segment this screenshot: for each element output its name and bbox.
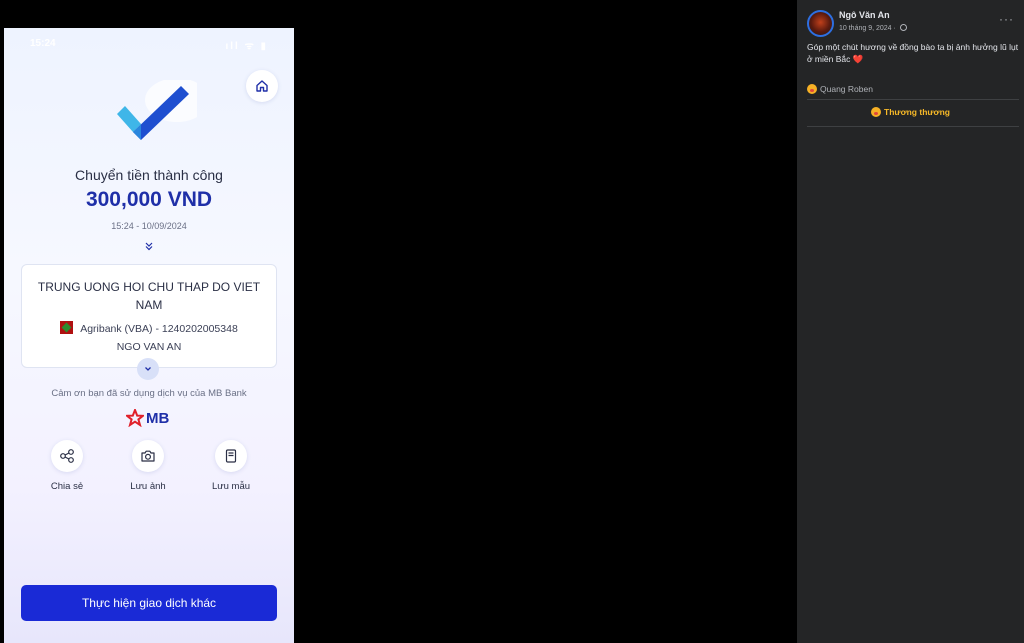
post-date[interactable]: 10 tháng 9, 2024 · xyxy=(839,24,907,32)
reactor-name: Quang Roben xyxy=(820,84,873,94)
home-button[interactable] xyxy=(246,70,278,102)
transfer-datetime: 15:24 - 10/09/2024 xyxy=(111,221,187,231)
bank-account-text: Agribank (VBA) - 1240202005348 xyxy=(80,323,238,335)
post-text: Góp một chút hương về đồng bào ta bị ảnh… xyxy=(807,42,1019,64)
post-date-text: 10 tháng 9, 2024 · xyxy=(839,25,896,32)
save-image-label: Lưu ảnh xyxy=(130,481,166,492)
divider xyxy=(807,99,1019,100)
facebook-post-panel: Ngô Văn An 10 tháng 9, 2024 · ··· Góp mộ… xyxy=(797,0,1024,643)
globe-icon xyxy=(899,24,907,31)
status-bar: 15:24 ıll ᯤ ▮ xyxy=(4,28,294,52)
home-icon xyxy=(256,80,268,92)
success-check-icon xyxy=(107,78,209,152)
avatar[interactable] xyxy=(807,10,834,37)
mb-brand-text: MB xyxy=(146,409,170,427)
chevron-down-icon xyxy=(145,367,151,371)
agribank-logo-icon xyxy=(60,321,74,334)
save-image-action[interactable]: Lưu ảnh xyxy=(123,440,173,492)
share-label: Chia sẻ xyxy=(50,481,84,492)
reaction-button[interactable]: Thương thương xyxy=(797,107,1024,117)
expand-details-button[interactable] xyxy=(137,358,159,380)
status-icons: ıll ᯤ ▮ xyxy=(225,41,268,52)
care-reaction-icon xyxy=(871,107,882,117)
template-icon xyxy=(225,449,237,463)
reaction-summary[interactable]: Quang Roben xyxy=(807,84,873,94)
thanks-message: Cảm ơn bạn đã sử dụng dịch vụ của MB Ban… xyxy=(51,388,247,399)
author-name[interactable]: Ngô Văn An xyxy=(839,10,890,20)
sender-name: NGO VAN AN xyxy=(116,341,182,353)
save-template-label: Lưu mẫu xyxy=(211,481,251,492)
recipient-bank-account: Agribank (VBA) - 1240202005348 xyxy=(22,321,276,335)
share-action[interactable]: Chia sẻ xyxy=(42,440,92,492)
recipient-card: TRUNG UONG HOI CHU THAP DO VIET NAM Agri… xyxy=(21,264,277,368)
transfer-amount: 300,000 VND xyxy=(85,188,213,211)
share-button[interactable] xyxy=(51,440,83,472)
mb-bank-logo: MB xyxy=(126,408,169,428)
new-transaction-button[interactable]: Thực hiện giao dịch khác xyxy=(21,585,277,621)
bank-receipt-screenshot: 15:24 ıll ᯤ ▮ Chuyển tiền thành công 300… xyxy=(4,28,294,643)
success-title: Chuyển tiền thành công xyxy=(75,167,223,183)
star-icon xyxy=(126,409,144,427)
more-options-icon[interactable]: ··· xyxy=(999,12,1014,26)
share-icon xyxy=(60,449,74,463)
recipient-name: TRUNG UONG HOI CHU THAP DO VIET NAM xyxy=(37,280,261,312)
divider xyxy=(807,126,1019,127)
double-chevron-down-icon xyxy=(4,238,294,256)
save-image-button[interactable] xyxy=(132,440,164,472)
save-template-action[interactable]: Lưu mẫu xyxy=(206,440,256,492)
camera-icon xyxy=(141,450,155,462)
save-template-button[interactable] xyxy=(215,440,247,472)
reaction-label: Thương thương xyxy=(884,107,950,117)
status-time: 15:24 xyxy=(30,38,56,49)
screen: 15:24 ıll ᯤ ▮ Chuyển tiền thành công 300… xyxy=(0,0,1024,643)
care-reaction-icon xyxy=(807,84,817,94)
